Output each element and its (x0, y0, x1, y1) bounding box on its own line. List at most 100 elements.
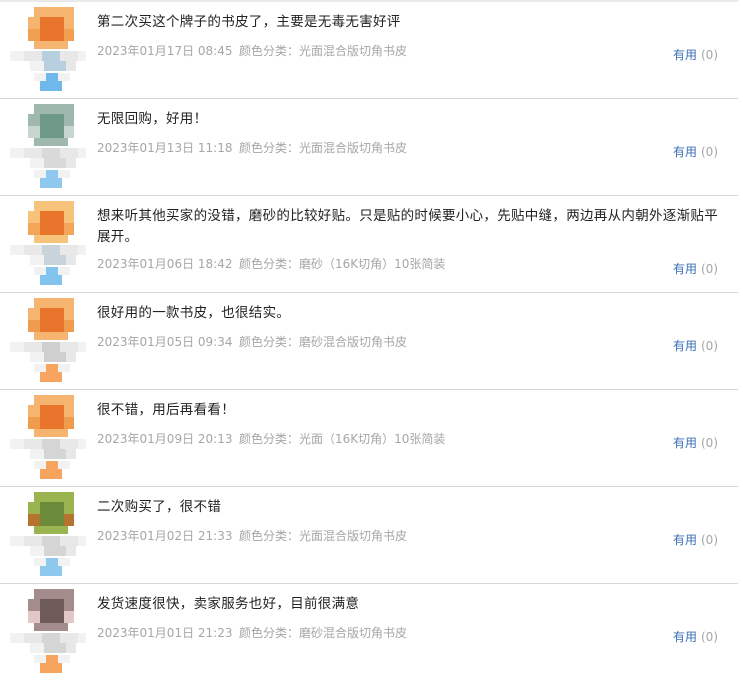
useful-vote: 有用 (0) (673, 628, 718, 645)
avatar-pixel (64, 17, 74, 29)
avatar-pixel (46, 558, 58, 566)
avatar-pixel (46, 73, 58, 81)
avatar-pixel (58, 364, 70, 372)
avatar-pixel (34, 267, 46, 275)
avatar-pixel (34, 655, 46, 663)
avatar-pixel (64, 502, 74, 514)
avatar-pixel (34, 589, 74, 599)
avatar-pixel (44, 61, 66, 71)
avatar-pixel (40, 417, 64, 429)
avatar-pixel (40, 663, 62, 673)
avatar-pixel (34, 235, 68, 243)
avatar[interactable] (4, 201, 88, 289)
avatar-pixel (28, 114, 40, 126)
avatar-pixel (28, 502, 40, 514)
review-text: 第二次买这个牌子的书皮了，主要是无毒无害好评 (97, 14, 401, 30)
review-item: 很不错，用后再看看！ 2023年01月09日 20:13 颜色分类：光面（16K切… (0, 390, 738, 487)
useful-button[interactable]: 有用 (673, 533, 697, 547)
review-date: 2023年01月09日 20:13 (97, 432, 233, 446)
review-variant: 颜色分类：磨砂（16K切角）10张简装 (239, 257, 446, 271)
avatar-pixel (64, 114, 74, 126)
avatar-pixel (64, 514, 74, 526)
avatar-pixel (78, 245, 86, 255)
avatar-pixel (64, 599, 74, 611)
review-text: 发货速度很快，卖家服务也好，目前很满意 (97, 596, 360, 612)
avatar[interactable] (4, 492, 88, 580)
avatar-pixel (40, 502, 64, 514)
avatar-pixel (34, 298, 74, 308)
avatar-pixel (66, 449, 76, 459)
avatar-pixel (64, 223, 74, 235)
useful-button[interactable]: 有用 (673, 48, 697, 62)
avatar-pixel (34, 41, 68, 49)
avatar-pixel (66, 643, 76, 653)
avatar-pixel (24, 633, 42, 643)
avatar-pixel (10, 536, 24, 546)
avatar-pixel (28, 514, 40, 526)
avatar[interactable] (4, 104, 88, 192)
avatar-pixel (64, 611, 74, 623)
avatar-pixel (60, 148, 78, 158)
avatar-pixel (34, 7, 74, 17)
avatar[interactable] (4, 298, 88, 386)
avatar[interactable] (4, 395, 88, 483)
useful-count: (0) (701, 262, 718, 276)
avatar-pixel (78, 342, 86, 352)
avatar-pixel (30, 449, 44, 459)
review-text: 想来听其他买家的没错，磨砂的比较好贴。只是贴的时候要小心，先贴中缝，两边再从内朝… (97, 208, 718, 245)
avatar-pixel (64, 308, 74, 320)
avatar-pixel (58, 170, 70, 178)
review-date: 2023年01月13日 11:18 (97, 141, 233, 155)
avatar-pixel (78, 633, 86, 643)
useful-count: (0) (701, 145, 718, 159)
review-item: 想来听其他买家的没错，磨砂的比较好贴。只是贴的时候要小心，先贴中缝，两边再从内朝… (0, 196, 738, 293)
avatar-pixel (46, 267, 58, 275)
avatar-pixel (60, 245, 78, 255)
review-variant: 颜色分类：光面混合版切角书皮 (239, 529, 408, 543)
avatar-pixel (66, 255, 76, 265)
useful-vote: 有用 (0) (673, 143, 718, 160)
avatar-pixel (40, 223, 64, 235)
avatar-pixel (24, 342, 42, 352)
avatar-pixel (58, 558, 70, 566)
useful-count: (0) (701, 339, 718, 353)
avatar-pixel (40, 17, 64, 29)
avatar-pixel (40, 320, 64, 332)
review-date: 2023年01月06日 18:42 (97, 257, 233, 271)
useful-button[interactable]: 有用 (673, 145, 697, 159)
useful-button[interactable]: 有用 (673, 339, 697, 353)
useful-button[interactable]: 有用 (673, 262, 697, 276)
review-meta: 2023年01月01日 21:23 颜色分类：磨砂混合版切角书皮 (97, 624, 729, 641)
avatar-pixel (34, 104, 74, 114)
avatar-pixel (44, 449, 66, 459)
avatar[interactable] (4, 7, 88, 95)
avatar-pixel (34, 364, 46, 372)
avatar[interactable] (4, 589, 88, 677)
avatar-pixel (40, 114, 64, 126)
review-date: 2023年01月17日 08:45 (97, 44, 233, 58)
avatar-pixel (42, 51, 60, 61)
avatar-pixel (40, 275, 62, 285)
review-meta: 2023年01月13日 11:18 颜色分类：光面混合版切角书皮 (97, 139, 729, 156)
avatar-pixel (24, 148, 42, 158)
avatar-pixel (28, 223, 40, 235)
avatar-pixel (78, 148, 86, 158)
avatar-pixel (60, 439, 78, 449)
avatar-pixel (44, 546, 66, 556)
avatar-pixel (64, 320, 74, 332)
useful-button[interactable]: 有用 (673, 630, 697, 644)
avatar-pixel (28, 320, 40, 332)
avatar-pixel (30, 546, 44, 556)
avatar-pixel (42, 245, 60, 255)
avatar-pixel (44, 643, 66, 653)
avatar-pixel (40, 469, 62, 479)
avatar-pixel (40, 405, 64, 417)
review-variant: 颜色分类：光面混合版切角书皮 (239, 141, 408, 155)
avatar-pixel (28, 599, 40, 611)
avatar-pixel (64, 211, 74, 223)
useful-vote: 有用 (0) (673, 434, 718, 451)
review-item: 二次购买了，很不错 2023年01月02日 21:33 颜色分类：光面混合版切角书… (0, 487, 738, 584)
avatar-pixel (66, 546, 76, 556)
useful-button[interactable]: 有用 (673, 436, 697, 450)
review-meta: 2023年01月17日 08:45 颜色分类：光面混合版切角书皮 (97, 42, 729, 59)
